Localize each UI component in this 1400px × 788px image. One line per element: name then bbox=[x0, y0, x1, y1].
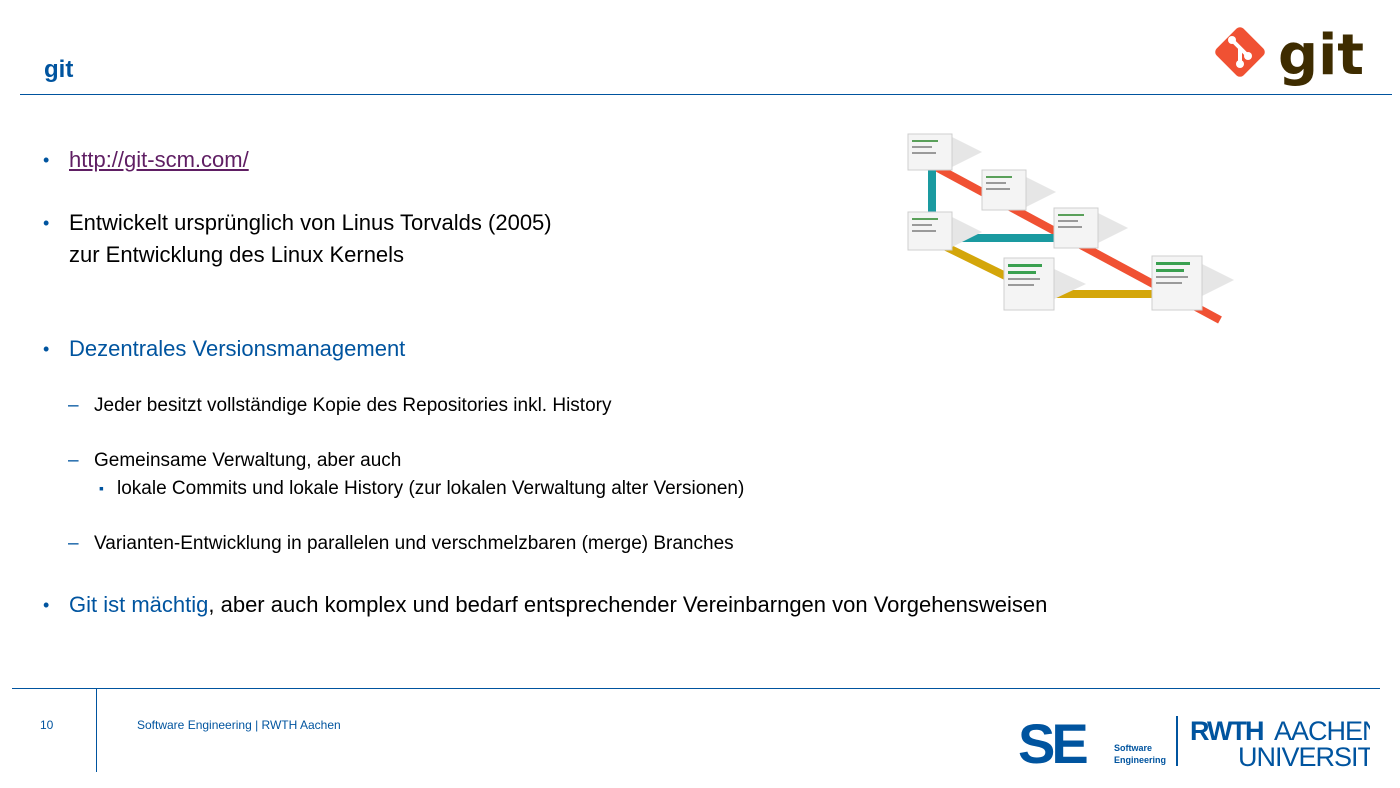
history-line-2: zur Entwicklung des Linux Kernels bbox=[69, 242, 405, 267]
rwth-logo: RWTH AACHEN UNIVERSITY bbox=[1190, 716, 1370, 768]
footer-vertical-divider bbox=[96, 688, 97, 772]
bullet-dot: • bbox=[43, 213, 50, 233]
sub-text: Gemeinsame Verwaltung, aber auch bbox=[94, 450, 402, 471]
git-scm-link[interactable]: http://git-scm.com/ bbox=[69, 147, 249, 172]
header-divider bbox=[20, 94, 1392, 95]
se-line-2: Engineering bbox=[1114, 755, 1166, 765]
dezentral-heading: Dezentrales Versionsmanagement bbox=[69, 336, 406, 361]
subsub-text: lokale Commits und lokale History (zur l… bbox=[117, 478, 745, 499]
se-letters: SE bbox=[1018, 713, 1087, 769]
commit-stack bbox=[1053, 207, 1128, 249]
commit-stack bbox=[1003, 257, 1086, 311]
rwth-university: UNIVERSITY bbox=[1238, 742, 1370, 768]
branching-diagram bbox=[907, 133, 1234, 324]
commit-stack bbox=[907, 133, 982, 171]
git-diamond-icon bbox=[1215, 27, 1265, 77]
bullet-maechtig: • Git ist mächtig, aber auch komplex und… bbox=[43, 589, 1048, 621]
sub-text: Jeder besitzt vollständige Kopie des Rep… bbox=[94, 395, 612, 416]
commit-stack bbox=[981, 169, 1056, 211]
bullet-dot: • bbox=[43, 339, 50, 359]
bullet-dot: • bbox=[43, 595, 50, 615]
footer-text: Software Engineering | RWTH Aachen bbox=[137, 718, 341, 732]
bullet-history: • Entwickelt ursprünglich von Linus Torv… bbox=[43, 207, 552, 271]
slide-title: git bbox=[44, 56, 74, 83]
sub-dash: – bbox=[68, 533, 79, 554]
history-line-1: Entwickelt ursprünglich von Linus Torval… bbox=[69, 210, 552, 235]
commit-stack bbox=[907, 211, 982, 251]
sub-dash: – bbox=[68, 395, 79, 416]
sub-item-verwaltung: – Gemeinsame Verwaltung, aber auch bbox=[68, 448, 402, 474]
logo-separator bbox=[1176, 716, 1178, 766]
maechtig-rest: , aber auch komplex und bedarf entsprech… bbox=[208, 592, 1048, 617]
git-wordmark: git bbox=[1278, 23, 1364, 88]
page-number: 10 bbox=[40, 718, 54, 732]
commit-stack bbox=[1151, 255, 1234, 311]
sub-dash: – bbox=[68, 450, 79, 471]
square-bullet: ▪ bbox=[99, 480, 104, 496]
sub-item-kopie: – Jeder besitzt vollständige Kopie des R… bbox=[68, 393, 612, 419]
se-logo: SE Software Engineering bbox=[1018, 713, 1166, 769]
subsub-item-lokal: ▪ lokale Commits und lokale History (zur… bbox=[99, 476, 745, 502]
sub-text: Varianten-Entwicklung in parallelen und … bbox=[94, 533, 734, 554]
bullet-dezentral: • Dezentrales Versionsmanagement bbox=[43, 333, 406, 365]
git-logo: git bbox=[1215, 23, 1364, 88]
bullet-link: • http://git-scm.com/ bbox=[43, 144, 249, 176]
maechtig-highlight: Git ist mächtig bbox=[69, 592, 209, 617]
bullet-dot: • bbox=[43, 150, 50, 170]
footer-divider bbox=[12, 688, 1380, 689]
se-line-1: Software bbox=[1114, 743, 1152, 753]
sub-item-varianten: – Varianten-Entwicklung in parallelen un… bbox=[68, 531, 734, 557]
